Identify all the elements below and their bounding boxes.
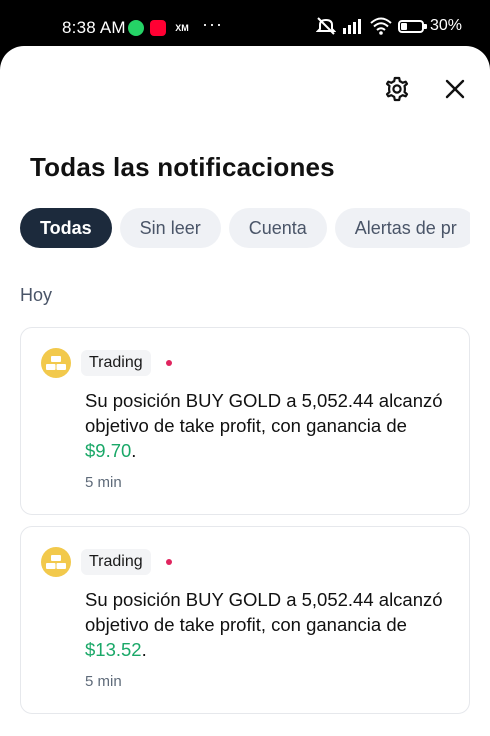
- tab-sin-leer[interactable]: Sin leer: [119, 208, 221, 248]
- category-chip: Trading: [81, 549, 151, 575]
- message-suffix: .: [141, 639, 147, 660]
- notification-time: 5 min: [85, 673, 122, 690]
- status-icons: 30%: [315, 17, 462, 35]
- tab-todas[interactable]: Todas: [20, 208, 112, 248]
- status-bar: 8:38 AM XM ··· 30%: [0, 0, 490, 52]
- message-suffix: .: [131, 440, 137, 461]
- youtube-icon: [150, 20, 166, 36]
- profit-amount: $13.52: [85, 639, 142, 660]
- unread-dot: [166, 559, 172, 565]
- header-actions: [382, 74, 470, 104]
- filter-tabs: Todas Sin leer Cuenta Alertas de pr: [20, 208, 470, 248]
- gear-icon[interactable]: [382, 74, 412, 104]
- message-text: Su posición BUY GOLD a 5,052.44 alcanzó …: [85, 589, 443, 635]
- status-time: 8:38 AM: [62, 18, 126, 37]
- notification-time: 5 min: [85, 474, 122, 491]
- gold-bars-icon: [41, 547, 71, 577]
- profit-amount: $9.70: [85, 440, 132, 461]
- battery-icon: [397, 19, 427, 33]
- notification-card[interactable]: Trading Su posición BUY GOLD a 5,052.44 …: [20, 327, 470, 515]
- battery-percent: 30%: [429, 17, 462, 34]
- notification-message: Su posición BUY GOLD a 5,052.44 alcanzó …: [85, 587, 455, 662]
- message-text: Su posición BUY GOLD a 5,052.44 alcanzó …: [85, 390, 443, 436]
- category-chip: Trading: [81, 350, 151, 376]
- unread-dot: [166, 360, 172, 366]
- mute-icon: [315, 17, 336, 35]
- more-notifications-icon: ···: [202, 14, 223, 34]
- close-icon[interactable]: [440, 74, 470, 104]
- wifi-icon: [370, 17, 392, 35]
- notification-card[interactable]: Trading Su posición BUY GOLD a 5,052.44 …: [20, 526, 470, 714]
- page-title: Todas las notificaciones: [30, 152, 335, 182]
- signal-icon: [342, 19, 361, 34]
- gold-bars-icon: [41, 348, 71, 378]
- tab-cuenta[interactable]: Cuenta: [228, 208, 327, 248]
- notification-message: Su posición BUY GOLD a 5,052.44 alcanzó …: [85, 388, 455, 463]
- tab-alertas[interactable]: Alertas de pr: [334, 208, 470, 248]
- whatsapp-icon: [128, 20, 144, 36]
- section-label-today: Hoy: [20, 285, 53, 305]
- xm-icon: XM: [175, 23, 189, 33]
